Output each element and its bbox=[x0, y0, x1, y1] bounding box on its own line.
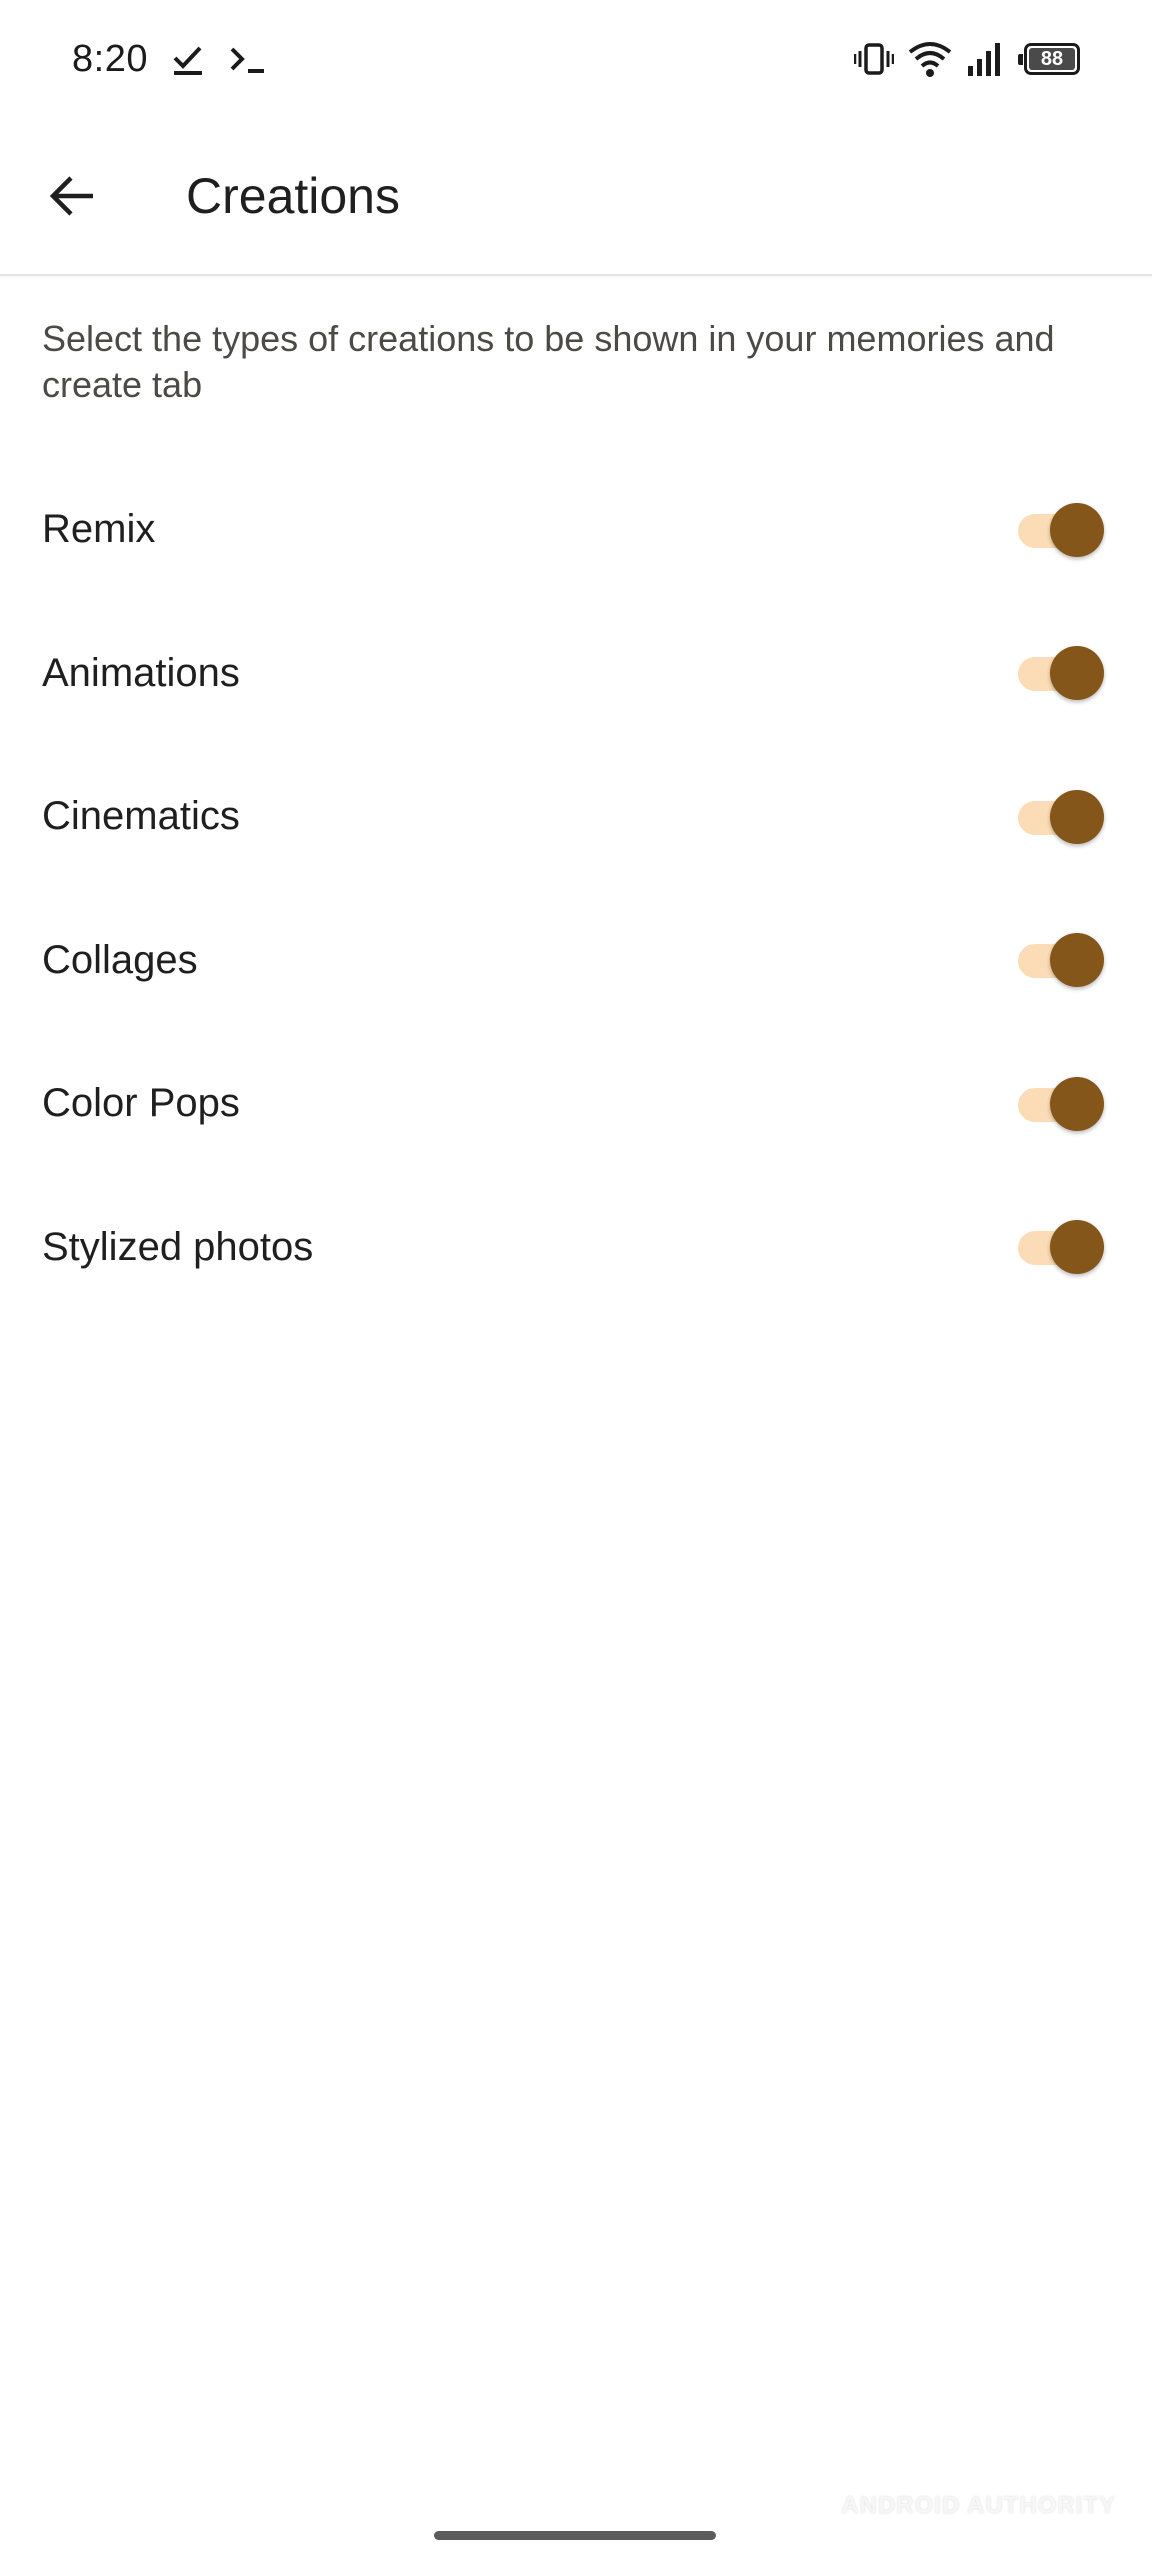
back-button[interactable] bbox=[18, 141, 128, 251]
clock: 8:20 bbox=[72, 37, 148, 80]
stylized-photos-toggle[interactable] bbox=[1014, 1217, 1104, 1277]
status-left: 8:20 bbox=[72, 38, 268, 81]
setting-row-collages[interactable]: Collages bbox=[0, 889, 1152, 1033]
app-bar: Creations bbox=[0, 118, 1152, 276]
battery-icon: 88 bbox=[1018, 43, 1080, 75]
wifi-icon bbox=[908, 40, 952, 78]
status-bar: 8:20 88 bbox=[0, 0, 1152, 118]
setting-label: Remix bbox=[42, 507, 156, 552]
cinematics-toggle[interactable] bbox=[1014, 787, 1104, 847]
description-text: Select the types of creations to be show… bbox=[42, 318, 1055, 405]
switch-thumb bbox=[1050, 933, 1104, 988]
setting-row-color-pops[interactable]: Color Pops bbox=[0, 1032, 1152, 1176]
setting-label: Cinematics bbox=[42, 794, 240, 839]
setting-label: Stylized photos bbox=[42, 1224, 314, 1269]
setting-label: Animations bbox=[42, 650, 240, 695]
animations-toggle[interactable] bbox=[1014, 643, 1104, 703]
remix-toggle[interactable] bbox=[1014, 500, 1104, 560]
setting-label: Collages bbox=[42, 937, 198, 982]
setting-row-remix[interactable]: Remix bbox=[0, 458, 1152, 602]
setting-row-stylized-photos[interactable]: Stylized photos bbox=[0, 1176, 1152, 1320]
navigation-handle[interactable] bbox=[434, 2531, 716, 2540]
collages-toggle[interactable] bbox=[1014, 930, 1104, 990]
signal-icon bbox=[966, 40, 1004, 78]
settings-list: Remix Animations Cinematics Collages Col… bbox=[0, 458, 1152, 1319]
check-icon bbox=[170, 41, 206, 77]
setting-label: Color Pops bbox=[42, 1081, 240, 1126]
switch-thumb bbox=[1050, 502, 1104, 557]
switch-thumb bbox=[1050, 646, 1104, 701]
switch-thumb bbox=[1050, 1220, 1104, 1275]
setting-row-cinematics[interactable]: Cinematics bbox=[0, 745, 1152, 889]
terminal-icon bbox=[228, 41, 268, 77]
switch-thumb bbox=[1050, 789, 1104, 844]
color-pops-toggle[interactable] bbox=[1014, 1074, 1104, 1134]
arrow-back-icon bbox=[49, 176, 93, 216]
status-right: 88 bbox=[854, 40, 1080, 78]
battery-level: 88 bbox=[1040, 47, 1064, 70]
switch-thumb bbox=[1050, 1076, 1104, 1131]
watermark: ANDROID AUTHORITY bbox=[841, 2492, 1116, 2519]
page-title: Creations bbox=[186, 168, 400, 224]
vibrate-icon bbox=[854, 40, 894, 78]
setting-row-animations[interactable]: Animations bbox=[0, 602, 1152, 746]
screen: 8:20 88 Creations Select the types of cr… bbox=[0, 0, 1152, 2560]
